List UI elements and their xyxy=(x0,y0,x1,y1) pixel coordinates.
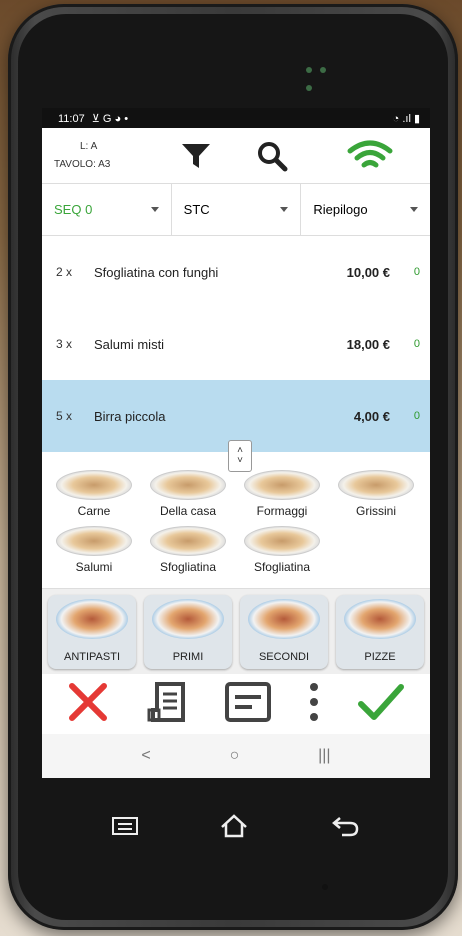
operator-label: L: A xyxy=(80,140,98,152)
stc-select-label: STC xyxy=(183,202,210,217)
action-bar xyxy=(42,674,430,734)
order-count: 0 xyxy=(413,338,420,350)
status-left-icons: ⊻ G ◕ • xyxy=(91,112,129,125)
dish-image xyxy=(150,526,226,556)
dish-image xyxy=(150,470,226,500)
dish-image xyxy=(56,526,132,556)
chevron-down-icon xyxy=(150,207,159,212)
category-label: PRIMI xyxy=(172,651,204,663)
subcategory-carne[interactable]: Carne xyxy=(50,470,138,520)
order-count: 0 xyxy=(413,410,420,422)
status-time: 11:07 xyxy=(58,112,85,125)
subcategory-formaggi[interactable]: Formaggi xyxy=(238,470,326,520)
order-name: Birra piccola xyxy=(94,408,166,424)
table-label: TAVOLO: A3 xyxy=(54,158,111,170)
subcategory-grissini[interactable]: Grissini xyxy=(332,470,420,520)
dish-image xyxy=(56,599,128,639)
category-antipasti[interactable]: ANTIPASTI xyxy=(48,595,136,669)
order-row[interactable]: 3 x Salumi misti 18,00 € 0 xyxy=(42,308,430,380)
seq-select-label: SEQ 0 xyxy=(54,202,93,217)
subcategory-salumi[interactable]: Salumi xyxy=(50,526,138,576)
subcategory-grid: Carne Della casa Formaggi Grissini Salum… xyxy=(42,464,430,588)
menu-icon[interactable] xyxy=(112,816,139,840)
chevron-down-icon: ˅ xyxy=(237,455,243,466)
dish-image xyxy=(248,599,320,639)
receipt-icon[interactable] xyxy=(145,680,189,729)
recents-icon[interactable]: ||| xyxy=(318,747,330,765)
order-price: 18,00 € xyxy=(346,336,390,352)
back-icon[interactable] xyxy=(330,815,360,842)
order-row[interactable]: 2 x Sfogliatina con funghi 10,00 € 0 xyxy=(42,236,430,308)
order-name: Salumi misti xyxy=(94,336,165,352)
order-list: 2 x Sfogliatina con funghi 10,00 € 0 3 x… xyxy=(42,236,430,472)
dish-image xyxy=(338,470,414,500)
more-vertical-icon[interactable] xyxy=(307,680,321,729)
app-screen: 11:07 ⊻ G ◕ • ◔ .ıl ▮ L: A TAVOLO: A3 SE… xyxy=(42,108,430,778)
subcategory-label: Della casa xyxy=(159,504,217,518)
chevron-down-icon xyxy=(410,207,419,212)
order-price: 10,00 € xyxy=(346,264,390,280)
category-pizze[interactable]: PIZZE xyxy=(336,595,424,669)
search-icon[interactable] xyxy=(234,128,310,184)
selector-bar: SEQ 0 STC Riepilogo xyxy=(42,184,430,236)
earpiece-speaker xyxy=(302,62,342,91)
category-label: PIZZE xyxy=(364,651,396,663)
order-qty: 3 x xyxy=(56,337,73,351)
order-price: 4,00 € xyxy=(353,408,390,424)
seq-select[interactable]: SEQ 0 xyxy=(42,184,172,235)
expand-toggle[interactable]: ˄ ˅ xyxy=(228,440,252,472)
order-count: 0 xyxy=(413,266,420,278)
summary-select[interactable]: Riepilogo xyxy=(301,184,430,235)
subcategory-label: Salumi xyxy=(75,560,113,574)
wifi-icon[interactable] xyxy=(310,128,430,184)
category-label: ANTIPASTI xyxy=(63,651,121,663)
status-bar: 11:07 ⊻ G ◕ • ◔ .ıl ▮ xyxy=(42,108,430,128)
dish-image xyxy=(244,526,320,556)
dish-image xyxy=(244,470,320,500)
order-qty: 2 x xyxy=(56,265,73,279)
subcategory-della-casa[interactable]: Della casa xyxy=(144,470,232,520)
subcategory-sfogliatina[interactable]: Sfogliatina xyxy=(144,526,232,576)
subcategory-label: Formaggi xyxy=(256,504,308,518)
summary-select-label: Riepilogo xyxy=(313,202,368,217)
table-info: L: A TAVOLO: A3 xyxy=(42,138,158,174)
category-primi[interactable]: PRIMI xyxy=(144,595,232,669)
top-bar: L: A TAVOLO: A3 xyxy=(42,128,430,184)
home-icon[interactable] xyxy=(219,813,249,843)
note-icon[interactable] xyxy=(224,680,272,729)
dish-image xyxy=(56,470,132,500)
android-navbar: < ○ ||| xyxy=(42,734,430,778)
home-icon[interactable]: ○ xyxy=(230,747,240,765)
subcategory-sfogliatina-2[interactable]: Sfogliatina xyxy=(238,526,326,576)
subcategory-label: Sfogliatina xyxy=(253,560,311,574)
subcategory-label: Sfogliatina xyxy=(159,560,217,574)
category-label: SECONDI xyxy=(258,651,310,663)
close-icon[interactable] xyxy=(66,680,110,729)
order-qty: 5 x xyxy=(56,409,73,423)
filter-icon[interactable] xyxy=(158,128,234,184)
chevron-down-icon xyxy=(280,207,289,212)
subcategory-label: Grissini xyxy=(355,504,396,518)
status-right-icons: ◔ .ıl ▮ xyxy=(392,112,420,125)
order-name: Sfogliatina con funghi xyxy=(94,264,219,280)
category-secondi[interactable]: SECONDI xyxy=(240,595,328,669)
microphone-hole xyxy=(322,884,328,890)
category-bar: ANTIPASTI PRIMI SECONDI PIZZE xyxy=(42,588,430,674)
dish-image xyxy=(152,599,224,639)
stc-select[interactable]: STC xyxy=(172,184,302,235)
hardware-buttons xyxy=(42,800,430,856)
subcategory-label: Carne xyxy=(77,504,111,518)
check-icon[interactable] xyxy=(356,680,406,729)
back-icon[interactable]: < xyxy=(141,747,150,765)
dish-image xyxy=(344,599,416,639)
